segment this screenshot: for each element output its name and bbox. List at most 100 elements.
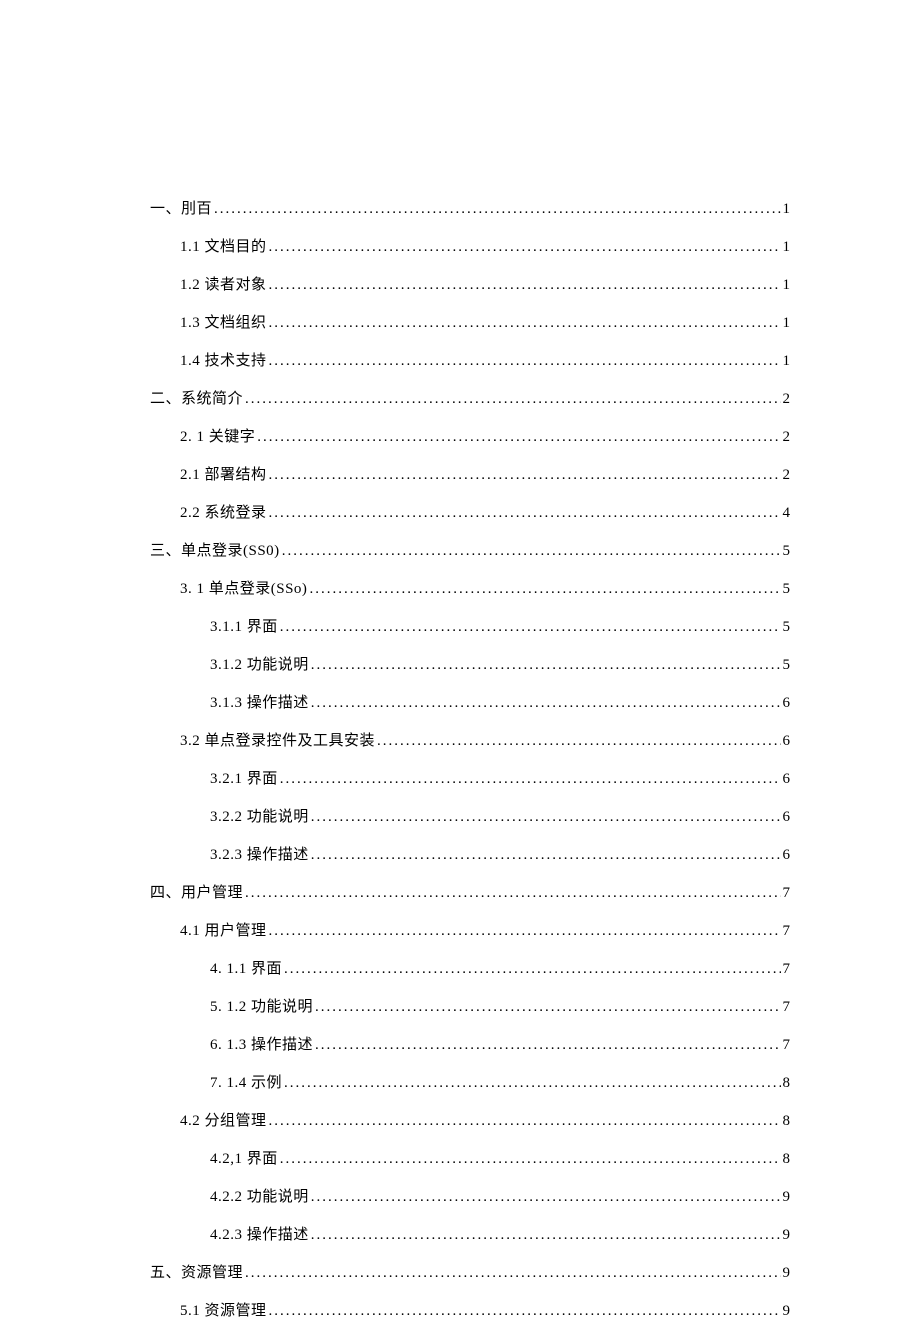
toc-entry-label: 4. 1.1 界面 [210, 960, 282, 978]
toc-entry-page: 8 [783, 1112, 791, 1130]
toc-leader-dots [309, 694, 783, 712]
toc-entry: 4.2 分组管理 8 [180, 1112, 790, 1130]
toc-entry-page: 8 [783, 1074, 791, 1092]
toc-entry: 6. 1.3 操作描述 7 [210, 1036, 790, 1054]
toc-entry: 三、单点登录(SS0)5 [150, 542, 790, 560]
toc-leader-dots [267, 276, 783, 294]
toc-leader-dots [309, 808, 783, 826]
toc-entry: 二、系统简介 2 [150, 390, 790, 408]
toc-entry-label: 3.2 单点登录控件及工具安装 [180, 732, 375, 750]
toc-leader-dots [307, 580, 782, 598]
toc-entry-label: 4.2.2 功能说明 [210, 1188, 309, 1206]
document-page: 一、刖百11.1 文档目的 11.2 读者对象 11.3 文档组织 11.4 技… [0, 0, 920, 1320]
toc-entry-label: 5.1 资源管理 [180, 1302, 267, 1320]
toc-entry-label: 2.2 系统登录 [180, 504, 267, 522]
toc-entry-page: 9 [783, 1188, 791, 1206]
toc-leader-dots [375, 732, 782, 750]
toc-entry: 4.1 用户管理 7 [180, 922, 790, 940]
toc-entry-page: 7 [783, 922, 791, 940]
toc-leader-dots [280, 542, 783, 560]
toc-entry: 7. 1.4 示例 8 [210, 1074, 790, 1092]
toc-entry: 3.1.1 界面 5 [210, 618, 790, 636]
toc-entry-page: 2 [783, 390, 791, 408]
toc-leader-dots [282, 1074, 782, 1092]
toc-entry-label: 二、系统简介 [150, 390, 243, 408]
toc-entry-label: 3.2.1 界面 [210, 770, 278, 788]
toc-entry: 1.2 读者对象 1 [180, 276, 790, 294]
toc-leader-dots [309, 1188, 783, 1206]
toc-leader-dots [278, 770, 783, 788]
toc-entry-page: 1 [783, 314, 791, 332]
toc-leader-dots [309, 656, 783, 674]
toc-entry-label: 4.2 分组管理 [180, 1112, 267, 1130]
toc-leader-dots [243, 1264, 782, 1282]
toc-entry-label: 1.2 读者对象 [180, 276, 267, 294]
toc-entry-label: 3.2.2 功能说明 [210, 808, 309, 826]
toc-leader-dots [282, 960, 782, 978]
toc-entry: 四、用户管理 7 [150, 884, 790, 902]
toc-leader-dots [313, 998, 782, 1016]
toc-entry-label: 7. 1.4 示例 [210, 1074, 282, 1092]
toc-entry-page: 7 [783, 998, 791, 1016]
toc-entry: 4.2.2 功能说明 9 [210, 1188, 790, 1206]
toc-entry-page: 7 [783, 884, 791, 902]
toc-leader-dots [278, 1150, 783, 1168]
toc-entry-label: 5. 1.2 功能说明 [210, 998, 313, 1016]
toc-leader-dots [255, 428, 782, 446]
toc-entry: 3.1.3 操作描述 6 [210, 694, 790, 712]
toc-entry-label: 3.2.3 操作描述 [210, 846, 309, 864]
toc-entry-label: 3.1.1 界面 [210, 618, 278, 636]
toc-entry-page: 2 [783, 428, 791, 446]
toc-entry-page: 9 [783, 1302, 791, 1320]
toc-entry-page: 5 [783, 580, 791, 598]
toc-entry: 5. 1.2 功能说明 7 [210, 998, 790, 1016]
toc-leader-dots [267, 922, 783, 940]
toc-leader-dots [212, 200, 782, 218]
toc-entry: 3.2.1 界面 6 [210, 770, 790, 788]
toc-leader-dots [267, 466, 783, 484]
toc-entry-page: 1 [783, 200, 791, 218]
toc-leader-dots [267, 504, 783, 522]
toc-entry-page: 4 [783, 504, 791, 522]
toc-leader-dots [243, 390, 782, 408]
toc-entry: 2.2 系统登录 4 [180, 504, 790, 522]
toc-entry-page: 9 [783, 1226, 791, 1244]
toc-entry-label: 1.4 技术支持 [180, 352, 267, 370]
toc-entry-label: 4.1 用户管理 [180, 922, 267, 940]
toc-entry: 3.2.3 操作描述 6 [210, 846, 790, 864]
toc-entry-label: 4.2.3 操作描述 [210, 1226, 309, 1244]
toc-entry-page: 8 [783, 1150, 791, 1168]
toc-leader-dots [267, 238, 783, 256]
toc-entry: 1.3 文档组织 1 [180, 314, 790, 332]
toc-entry-page: 7 [783, 960, 791, 978]
toc-entry-label: 6. 1.3 操作描述 [210, 1036, 313, 1054]
toc-entry-label: 3.1.2 功能说明 [210, 656, 309, 674]
toc-entry-label: 2. 1 关键字 [180, 428, 255, 446]
toc-entry-page: 5 [783, 656, 791, 674]
toc-entry-label: 4.2,1 界面 [210, 1150, 278, 1168]
toc-entry-label: 五、资源管理 [150, 1264, 243, 1282]
toc-leader-dots [278, 618, 783, 636]
toc-entry: 五、资源管理9 [150, 1264, 790, 1282]
toc-entry-label: 3. 1 单点登录(SSo) [180, 580, 307, 598]
toc-entry-page: 6 [783, 732, 791, 750]
toc-entry-page: 6 [783, 808, 791, 826]
toc-leader-dots [267, 1302, 783, 1320]
toc-entry: 1.4 技术支持 1 [180, 352, 790, 370]
toc-entry-page: 7 [783, 1036, 791, 1054]
toc-entry-label: 四、用户管理 [150, 884, 243, 902]
toc-leader-dots [267, 352, 783, 370]
toc-entry-label: 3.1.3 操作描述 [210, 694, 309, 712]
toc-entry-page: 1 [783, 238, 791, 256]
toc-entry-page: 5 [783, 542, 791, 560]
toc-entry: 3.1.2 功能说明 5 [210, 656, 790, 674]
table-of-contents: 一、刖百11.1 文档目的 11.2 读者对象 11.3 文档组织 11.4 技… [150, 200, 790, 1320]
toc-entry-label: 2.1 部署结构 [180, 466, 267, 484]
toc-entry: 5.1 资源管理 9 [180, 1302, 790, 1320]
toc-entry: 2. 1 关键字 2 [180, 428, 790, 446]
toc-entry-page: 6 [783, 770, 791, 788]
toc-entry: 2.1 部署结构 2 [180, 466, 790, 484]
toc-entry-page: 1 [783, 352, 791, 370]
toc-entry: 3. 1 单点登录(SSo) 5 [180, 580, 790, 598]
toc-leader-dots [313, 1036, 782, 1054]
